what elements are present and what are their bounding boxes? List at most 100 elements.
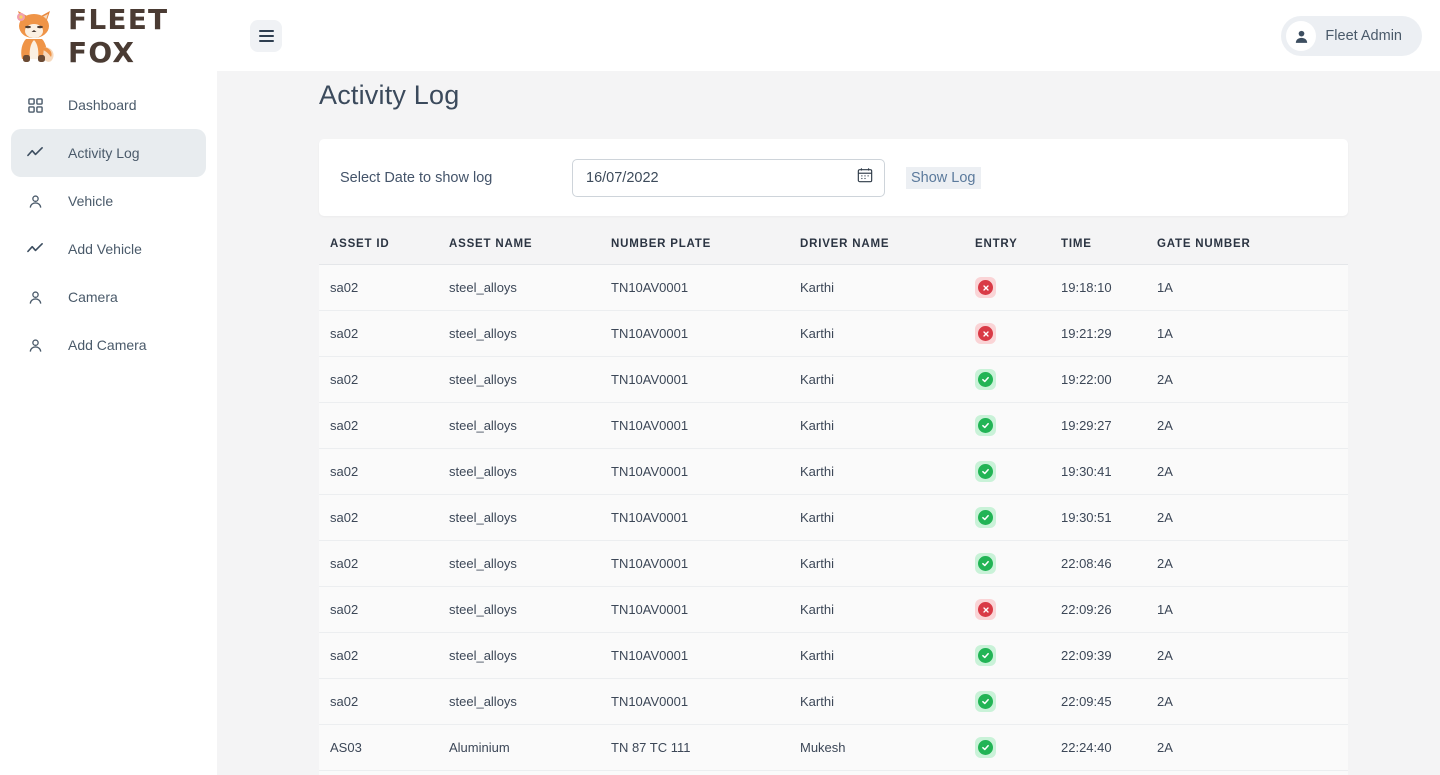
- sidebar-item-label: Add Vehicle: [68, 241, 142, 257]
- main-content: Activity Log Select Date to show log 16/…: [217, 71, 1440, 775]
- table-body: sa02 steel_alloys TN10AV0001 Karthi 19:18:10…: [319, 264, 1348, 775]
- sidebar: Dashboard Activity Log Vehicle Add Vehic…: [0, 71, 217, 775]
- person-icon: [27, 337, 44, 354]
- cell-asset-name: steel_alloys: [449, 632, 611, 679]
- entry-out-icon: [975, 277, 996, 298]
- cell-number-plate: TN10AV0001: [611, 448, 800, 495]
- cell-driver-name: Karthi: [800, 540, 975, 587]
- sidebar-item-vehicle[interactable]: Vehicle: [11, 177, 206, 225]
- sidebar-item-dashboard[interactable]: Dashboard: [11, 81, 206, 129]
- sidebar-item-add-vehicle[interactable]: Add Vehicle: [11, 225, 206, 273]
- column-header-gate-number: GATE NUMBER: [1157, 238, 1348, 265]
- user-name: Fleet Admin: [1325, 28, 1402, 44]
- user-menu[interactable]: Fleet Admin: [1281, 16, 1422, 56]
- entry-in-icon: [975, 415, 996, 436]
- sidebar-item-label: Vehicle: [68, 193, 114, 209]
- cell-asset-id: sa02: [319, 402, 449, 449]
- cell-number-plate: TN 87 TC 111: [611, 724, 800, 771]
- column-header-asset-id: ASSET ID: [319, 238, 449, 265]
- trend-icon: [27, 241, 44, 258]
- sidebar-item-camera[interactable]: Camera: [11, 273, 206, 321]
- sidebar-item-add-camera[interactable]: Add Camera: [11, 321, 206, 369]
- entry-in-icon: [975, 737, 996, 758]
- cell-number-plate: TN10AV0001: [611, 586, 800, 633]
- cell-asset-id: sa02: [319, 310, 449, 357]
- cell-entry: [975, 586, 1061, 633]
- cell-asset-id: sa02: [319, 494, 449, 541]
- cell-asset-name: steel_alloys: [449, 402, 611, 449]
- app-header: FLEET FOX Fleet Admin: [0, 0, 1440, 71]
- table-row: sa02 steel_alloys TN10AV0001 Karthi 22:09:45…: [319, 678, 1348, 725]
- cell-asset-name: steel_alloys: [449, 586, 611, 633]
- cell-entry: [975, 678, 1061, 725]
- cell-gate-number: 2A: [1157, 494, 1348, 541]
- cell-time: 22:24:40: [1061, 724, 1157, 771]
- table-row: sa02 steel_alloys TN10AV0001 Karthi 22:08:46…: [319, 540, 1348, 587]
- cell-number-plate: TN10AV0001: [611, 310, 800, 357]
- cell-time: 22:09:39: [1061, 632, 1157, 679]
- cell-gate-number: 2A: [1157, 678, 1348, 725]
- cell-gate-number: 2A: [1157, 632, 1348, 679]
- person-icon: [27, 289, 44, 306]
- cell-time: 22:59:08: [1061, 770, 1157, 775]
- entry-in-icon: [975, 507, 996, 528]
- cell-time: 19:30:51: [1061, 494, 1157, 541]
- cell-time: 19:29:27: [1061, 402, 1157, 449]
- cell-gate-number: 1A: [1157, 264, 1348, 311]
- cell-driver-name: Karthi: [800, 310, 975, 357]
- entry-in-icon: [975, 645, 996, 666]
- sidebar-item-label: Dashboard: [68, 97, 137, 113]
- calendar-icon[interactable]: [857, 167, 873, 188]
- date-input[interactable]: 16/07/2022: [572, 158, 885, 197]
- sidebar-item-label: Activity Log: [68, 145, 140, 161]
- person-icon: [27, 193, 44, 210]
- cell-gate-number: 2A: [1157, 402, 1348, 449]
- cell-asset-id: sa02: [319, 448, 449, 495]
- column-header-entry: ENTRY: [975, 238, 1061, 265]
- cell-entry: [975, 770, 1061, 775]
- cell-driver-name: Karthi: [800, 264, 975, 311]
- cell-time: 22:08:46: [1061, 540, 1157, 587]
- cell-asset-name: steel_alloys: [449, 310, 611, 357]
- person-avatar-icon: [1286, 21, 1317, 51]
- cell-driver-name: Karthi: [800, 632, 975, 679]
- cell-asset-name: steel_alloys: [449, 356, 611, 403]
- table-header-row: ASSET ID ASSET NAME NUMBER PLATE DRIVER …: [319, 238, 1348, 265]
- cell-asset-name: steel_alloys: [449, 264, 611, 311]
- entry-out-icon: [975, 599, 996, 620]
- cell-driver-name: Karthi: [800, 448, 975, 495]
- table-row: sa02 steel_alloys TN10AV0001 Karthi 19:22:00…: [319, 356, 1348, 403]
- sidebar-item-activity-log[interactable]: Activity Log: [11, 129, 206, 177]
- cell-time: 19:30:41: [1061, 448, 1157, 495]
- cell-gate-number: 1A: [1157, 586, 1348, 633]
- cell-entry: [975, 264, 1061, 311]
- cell-gate-number: 1A: [1157, 310, 1348, 357]
- cell-time: 19:21:29: [1061, 310, 1157, 357]
- cell-driver-name: Mukesh: [800, 770, 975, 775]
- cell-asset-id: sa02: [319, 540, 449, 587]
- cell-asset-id: sa02: [319, 678, 449, 725]
- brand-name: FLEET FOX: [68, 2, 169, 69]
- cell-asset-id: AS03: [319, 770, 449, 775]
- cell-asset-id: AS03: [319, 724, 449, 771]
- cell-time: 22:09:45: [1061, 678, 1157, 725]
- date-input-value: 16/07/2022: [586, 169, 659, 186]
- cell-asset-name: steel_alloys: [449, 494, 611, 541]
- cell-time: 19:18:10: [1061, 264, 1157, 311]
- cell-number-plate: TN10AV0001: [611, 540, 800, 587]
- show-log-button[interactable]: Show Log: [906, 166, 981, 189]
- column-header-driver-name: DRIVER NAME: [800, 238, 975, 265]
- brand: FLEET FOX: [0, 3, 218, 69]
- sidebar-item-label: Camera: [68, 289, 118, 305]
- cell-driver-name: Karthi: [800, 586, 975, 633]
- cell-number-plate: TN10AV0001: [611, 632, 800, 679]
- cell-entry: [975, 724, 1061, 771]
- cell-number-plate: TN10AV0001: [611, 402, 800, 449]
- activity-log-table: ASSET ID ASSET NAME NUMBER PLATE DRIVER …: [319, 238, 1348, 775]
- table-row: AS03AluminiumTN 87 TC 111Mukesh 22:59:081…: [319, 770, 1348, 775]
- cell-entry: [975, 356, 1061, 403]
- hamburger-menu-icon[interactable]: [250, 19, 282, 52]
- cell-entry: [975, 448, 1061, 495]
- app-root: FLEET FOX Fleet Admin Dashboard Activity…: [0, 0, 1440, 775]
- cell-entry: [975, 310, 1061, 357]
